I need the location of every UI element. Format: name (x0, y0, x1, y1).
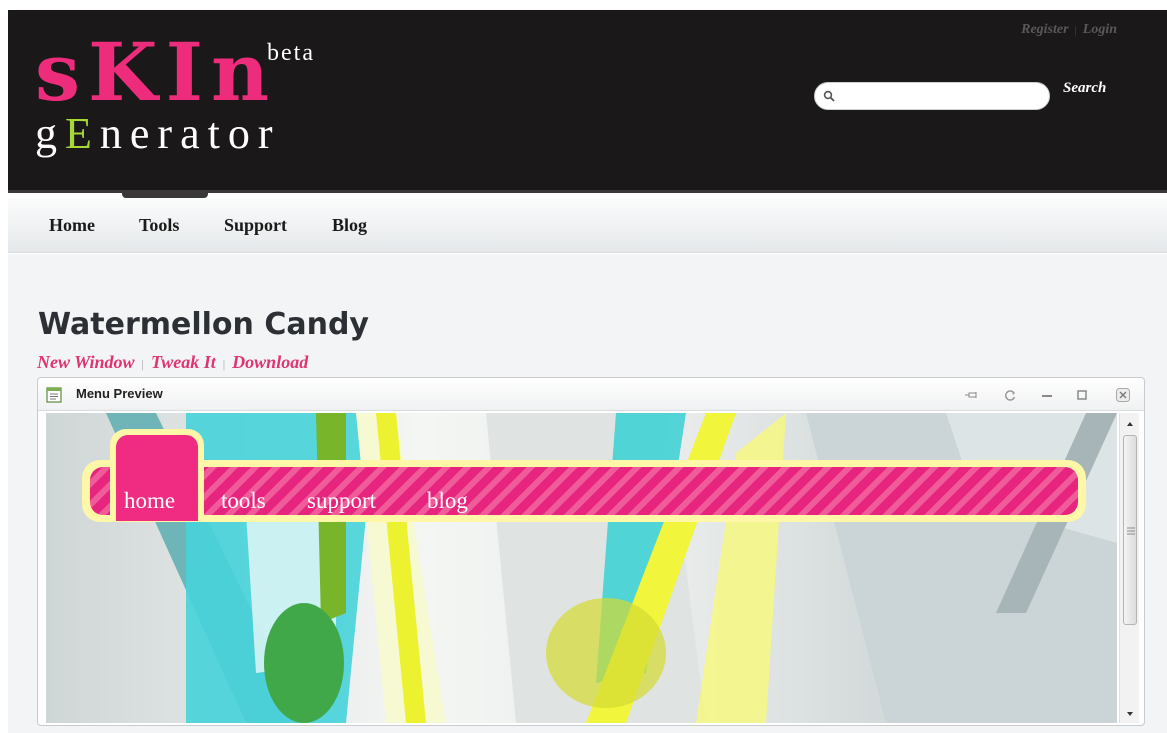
nav-item-support[interactable]: Support (224, 215, 287, 236)
logo-word-skin: sKIn (35, 25, 278, 119)
logo-word-generator: gEnerator (35, 112, 280, 156)
action-separator: | (141, 357, 144, 371)
logo-rest: nerator (99, 109, 281, 158)
close-icon[interactable] (1115, 387, 1131, 403)
refresh-icon[interactable] (1002, 387, 1018, 403)
auth-separator: | (1074, 24, 1077, 36)
tweak-it-link[interactable]: Tweak It (151, 352, 216, 372)
action-separator: | (222, 357, 226, 371)
search-box[interactable] (814, 82, 1050, 110)
scroll-up-arrow-icon[interactable] (1125, 419, 1135, 429)
scroll-down-arrow-icon[interactable] (1125, 709, 1135, 719)
logo-beta-label: beta (267, 40, 315, 66)
login-link[interactable]: Login (1083, 22, 1117, 37)
new-window-link[interactable]: New Window (37, 352, 135, 372)
vertical-scrollbar[interactable] (1119, 413, 1139, 723)
preview-menu-item-support[interactable]: support (307, 488, 376, 514)
page-actions: New Window | Tweak It | Download (37, 352, 308, 373)
window-icon (46, 387, 62, 403)
main-nav: Home Tools Support Blog (8, 198, 1167, 253)
nav-item-tools[interactable]: Tools (139, 215, 179, 236)
preview-menu-item-home[interactable]: home (124, 488, 175, 514)
minimize-icon[interactable] (1039, 387, 1055, 403)
page-title: Watermellon Candy (38, 307, 369, 342)
scroll-grip-icon (1127, 527, 1135, 535)
logo-g: g (35, 109, 65, 158)
header-tab-indicator (122, 190, 208, 198)
pin-icon[interactable] (964, 387, 980, 403)
nav-item-home[interactable]: Home (49, 215, 95, 236)
nav-item-blog[interactable]: Blog (332, 215, 367, 236)
panel-header: Menu Preview (38, 378, 1144, 411)
maximize-icon[interactable] (1074, 387, 1090, 403)
search-button[interactable]: Search (1063, 80, 1106, 97)
search-icon (823, 90, 835, 102)
preview-viewport: home tools support blog (46, 413, 1117, 723)
logo-e: E (65, 109, 100, 158)
site-logo[interactable]: sKIn beta gEnerator (35, 32, 355, 162)
scroll-thumb[interactable] (1123, 435, 1137, 625)
preview-menu-item-blog[interactable]: blog (427, 488, 468, 514)
menu-preview-panel: Menu Preview home tools support blog (37, 377, 1145, 726)
preview-menu-item-tools[interactable]: tools (221, 488, 266, 514)
download-link[interactable]: Download (232, 352, 308, 372)
auth-links: Register | Login (1021, 22, 1117, 38)
search-input[interactable] (839, 85, 1039, 107)
panel-title: Menu Preview (76, 386, 163, 401)
register-link[interactable]: Register (1021, 22, 1068, 37)
